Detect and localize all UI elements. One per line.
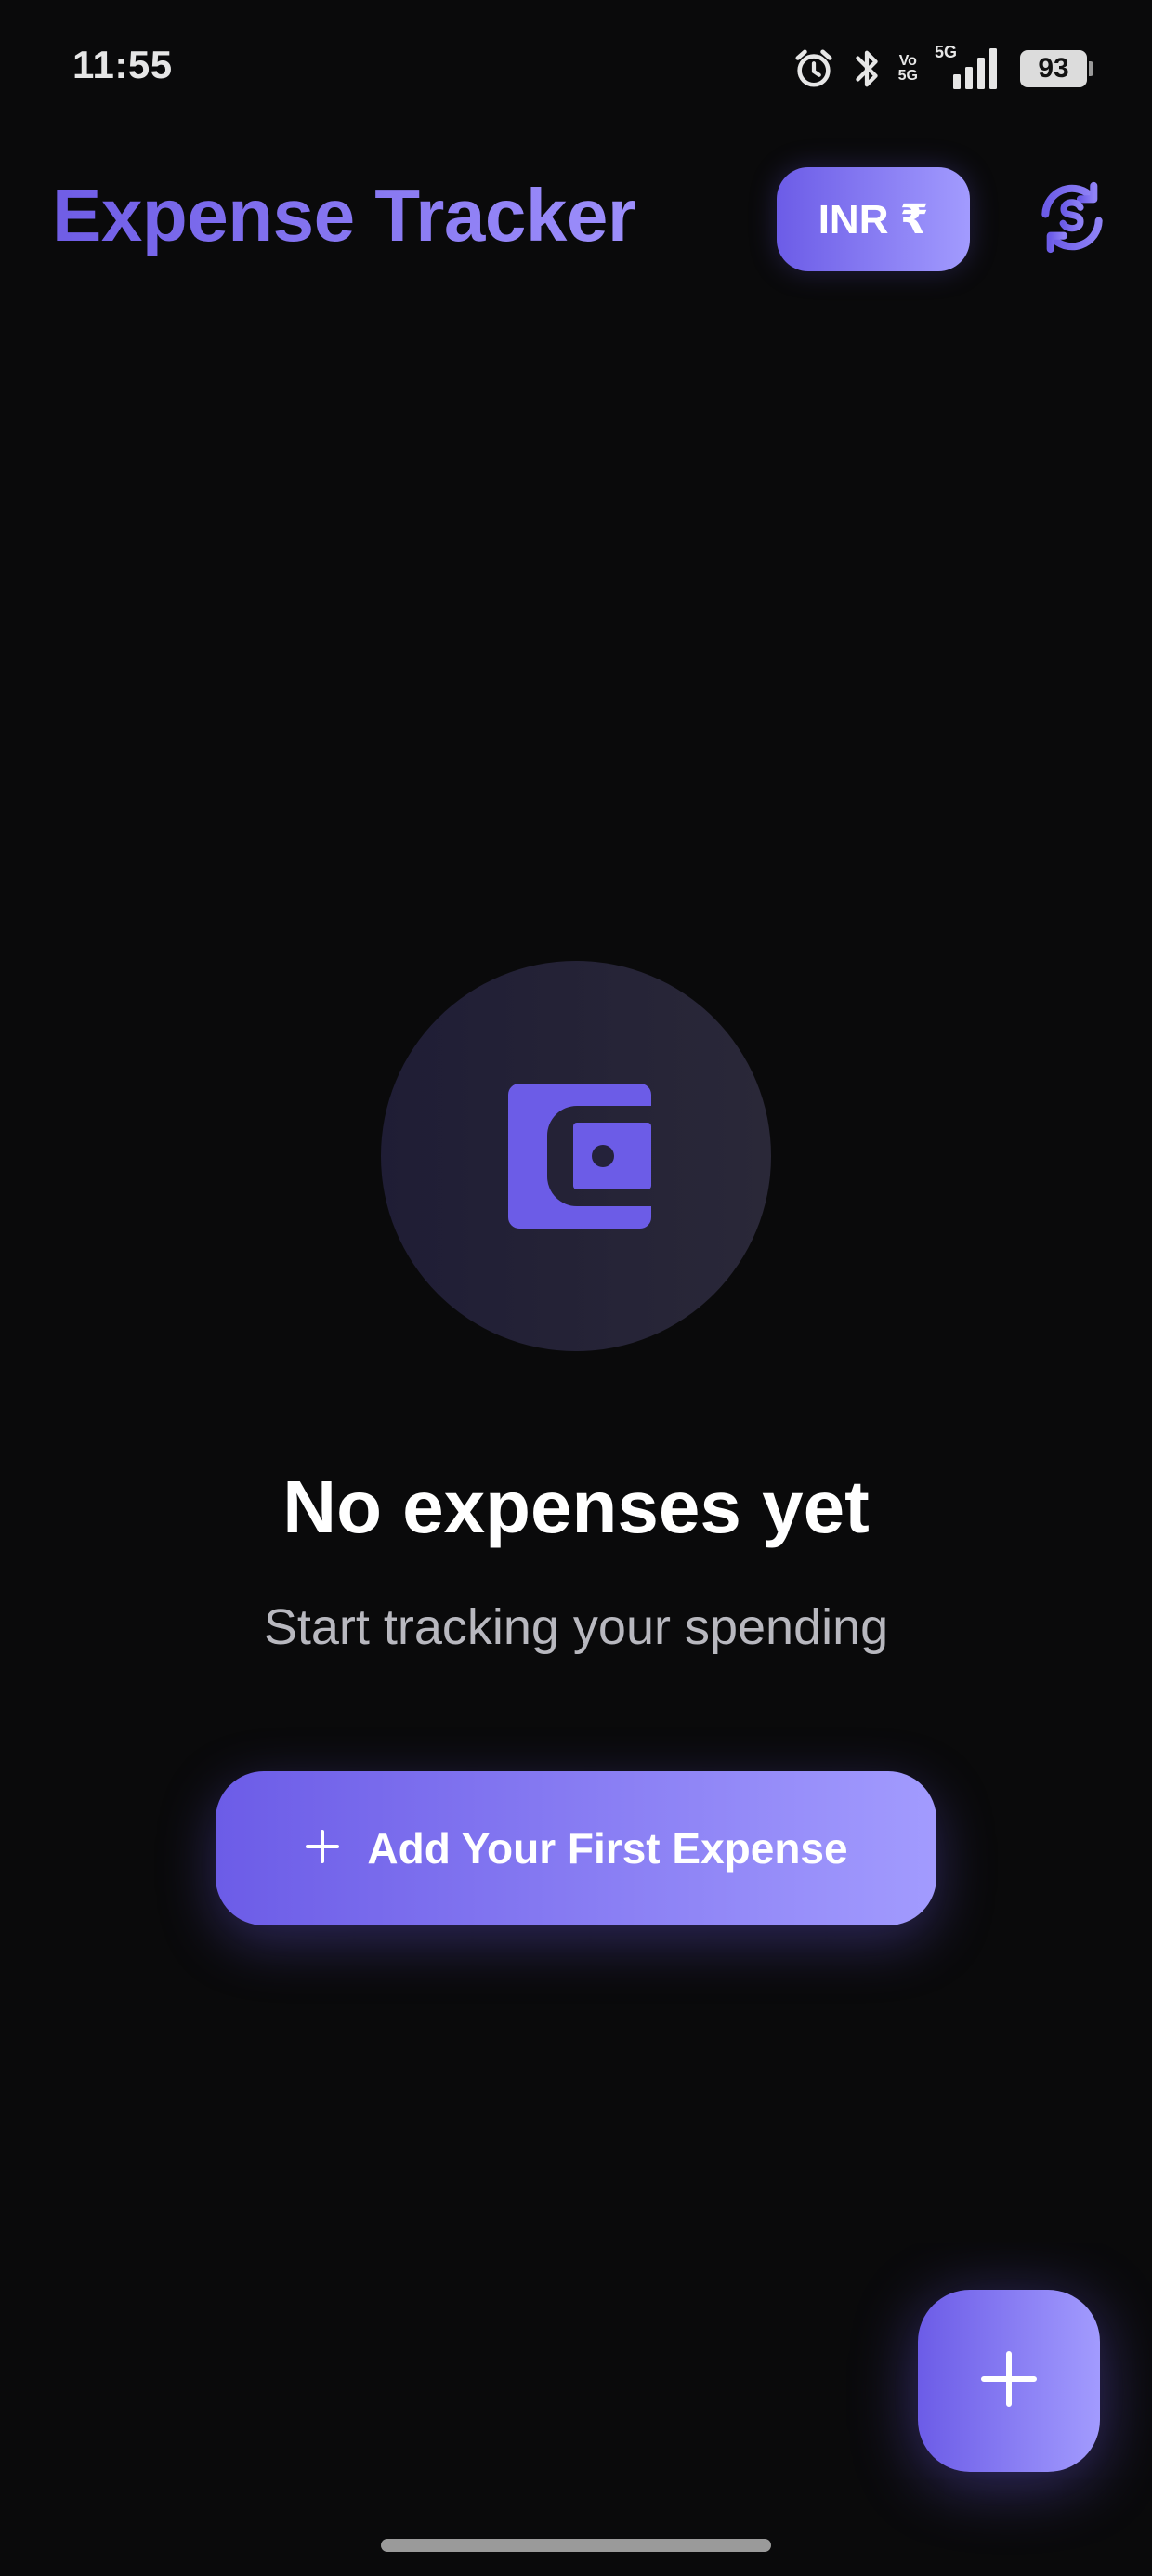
status-icons: Vo 5G 5G 93 [792,43,1093,95]
home-indicator[interactable] [381,2539,771,2552]
plus-icon [980,2350,1038,2412]
battery-icon: 93 [1020,50,1093,87]
status-bar: 11:55 Vo 5G 5G 93 [0,0,1152,139]
status-time: 11:55 [72,43,173,86]
signal-icon: 5G [935,43,1003,91]
volte-bottom-label: 5G [897,68,918,84]
empty-state-title: No expenses yet [282,1465,870,1548]
currency-refresh-button[interactable] [1029,177,1115,262]
volte-icon: Vo 5G [898,54,918,84]
alarm-icon [792,47,835,90]
currency-selector-button[interactable]: INR ₹ [777,167,970,271]
empty-state-illustration [381,961,771,1351]
app-title: Expense Tracker [52,174,636,256]
empty-state-subtitle: Start tracking your spending [263,1599,889,1655]
volte-top-label: Vo [898,53,917,69]
add-first-expense-button[interactable]: Add Your First Expense [216,1771,936,1925]
add-expense-fab[interactable] [918,2290,1100,2472]
currency-refresh-icon [1032,177,1112,262]
bluetooth-icon [852,47,882,90]
plus-icon [304,1828,341,1870]
add-first-expense-label: Add Your First Expense [367,1824,848,1873]
network-type-label: 5G [935,43,958,61]
wallet-icon [497,1080,655,1233]
